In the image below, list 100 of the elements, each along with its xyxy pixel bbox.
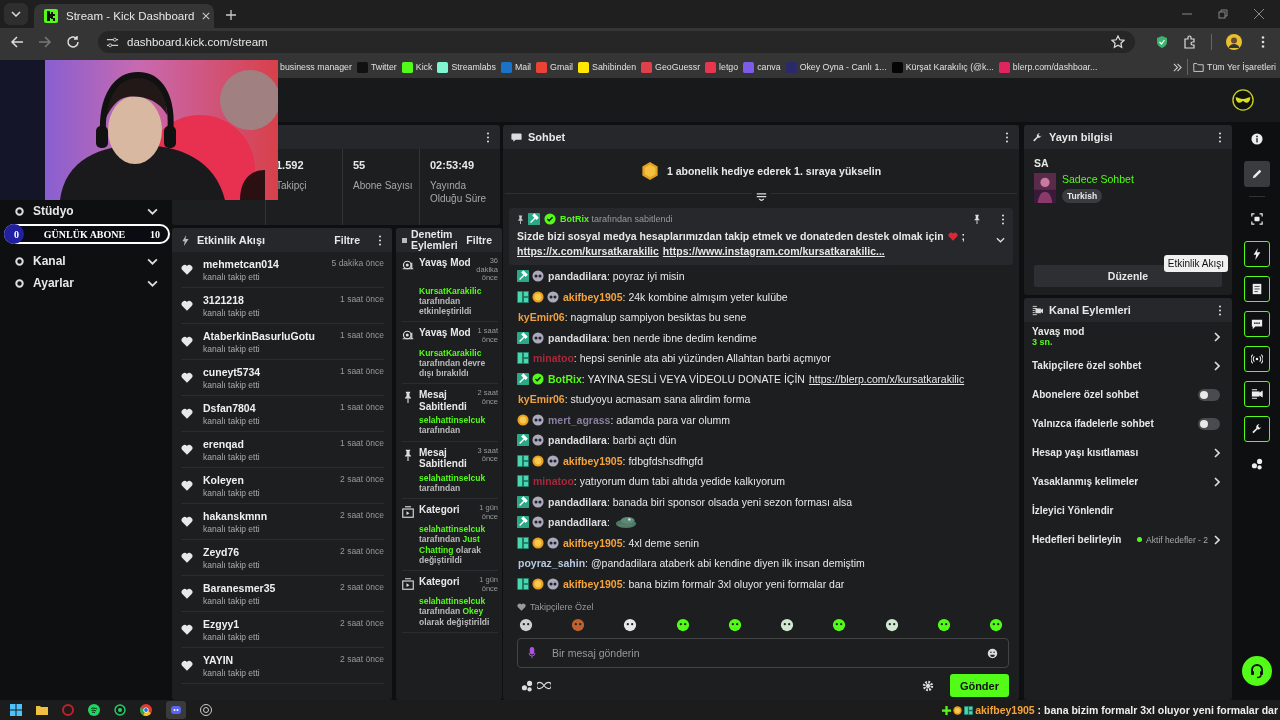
sidebar-tool-button[interactable] xyxy=(1244,161,1270,187)
pin-icon[interactable] xyxy=(973,214,981,224)
bookmark[interactable]: Twitter xyxy=(370,62,397,72)
chevron-right-icon[interactable] xyxy=(1214,360,1220,371)
back-icon[interactable] xyxy=(10,35,24,49)
profile-avatar-icon[interactable] xyxy=(1226,34,1242,50)
sidebar-tool-button[interactable] xyxy=(1244,381,1270,407)
filter-button[interactable]: Filtre xyxy=(330,234,364,246)
message-input[interactable]: Bir mesaj gönderin xyxy=(550,646,973,660)
chevron-right-icon[interactable] xyxy=(1214,534,1220,545)
close-icon[interactable] xyxy=(202,12,211,20)
bookmark[interactable]: Streamlabs xyxy=(451,62,496,72)
toggle-switch[interactable] xyxy=(1198,388,1220,401)
settings-icon[interactable] xyxy=(921,679,934,692)
bookmark[interactable]: Kürşat Karakılıç (@k... xyxy=(905,62,994,72)
action-label[interactable]: Abonelere özel sohbet xyxy=(1032,389,1194,400)
shield-icon[interactable] xyxy=(1155,35,1169,49)
emote-icon[interactable] xyxy=(780,618,795,632)
sidebar-tool-button[interactable] xyxy=(1244,346,1270,372)
more-icon[interactable] xyxy=(1005,131,1009,143)
bookmark[interactable]: Okey Oyna - Canlı 1... xyxy=(799,62,887,72)
more-bookmarks-icon[interactable] xyxy=(1173,62,1183,72)
action-label[interactable]: İzleyici Yönlendir xyxy=(1032,505,1220,516)
more-icon[interactable] xyxy=(1001,213,1005,225)
windows-start-icon[interactable] xyxy=(10,704,22,716)
bookmark[interactable]: canva xyxy=(757,62,781,72)
emote-icon[interactable] xyxy=(988,618,1003,632)
record-app-icon[interactable] xyxy=(200,704,212,716)
emote-icon[interactable] xyxy=(519,618,533,632)
taskbar-button[interactable] xyxy=(166,701,186,719)
restore-icon[interactable] xyxy=(1218,9,1228,19)
close-icon[interactable] xyxy=(1254,9,1264,19)
emote-icon[interactable] xyxy=(675,618,690,632)
bookmark[interactable]: Sahibinden xyxy=(592,62,637,72)
extensions-icon[interactable] xyxy=(1183,35,1197,49)
video-frame-icon xyxy=(402,578,414,590)
bookmark[interactable]: Kick xyxy=(415,62,433,72)
link[interactable]: https://www.instagram.com/kursatkarakilic... xyxy=(662,243,885,259)
sidebar-tool-button[interactable] xyxy=(1244,241,1270,267)
action-label[interactable]: Yavaş mod xyxy=(1032,326,1210,337)
folder-icon[interactable] xyxy=(36,704,48,716)
reload-icon[interactable] xyxy=(66,35,80,49)
action-label[interactable]: Yalnızca ifadelerle sohbet xyxy=(1032,418,1194,429)
infinity-icon[interactable] xyxy=(537,681,551,690)
chevron-right-icon[interactable] xyxy=(1214,447,1220,458)
emote-icon[interactable] xyxy=(884,618,899,632)
bookmark[interactable]: blerp.com/dashboar... xyxy=(1012,62,1098,72)
microphone-icon[interactable] xyxy=(528,647,536,659)
more-icon[interactable] xyxy=(486,131,490,143)
more-icon[interactable] xyxy=(1218,304,1222,316)
nav-item[interactable]: Ayarlar xyxy=(0,272,172,294)
sidebar-tool-button[interactable] xyxy=(1244,276,1270,302)
app-icon[interactable] xyxy=(62,704,74,716)
more-icon[interactable] xyxy=(378,234,382,246)
more-icon[interactable] xyxy=(1218,131,1222,143)
address-bar[interactable]: dashboard.kick.com/stream xyxy=(98,31,1135,53)
tab-list-button[interactable] xyxy=(4,3,28,25)
bookmark-star-icon[interactable] xyxy=(1111,35,1125,49)
mask-logo-icon[interactable] xyxy=(1232,89,1254,111)
bookmark[interactable]: Gmail xyxy=(550,62,574,72)
message-field[interactable]: Bir mesaj gönderin xyxy=(517,638,1009,668)
bookmark[interactable]: business manager xyxy=(280,62,352,72)
all-bookmarks[interactable]: Tüm Yer İşaretleri xyxy=(1207,62,1276,72)
sidebar-tool-button[interactable] xyxy=(1244,416,1270,442)
browser-icon[interactable] xyxy=(140,704,152,716)
emote-icon[interactable] xyxy=(936,618,951,632)
forward-icon[interactable] xyxy=(38,35,52,49)
chevron-right-icon[interactable] xyxy=(1214,331,1220,342)
link[interactable]: https://x.com/kursatkarakilic xyxy=(517,243,659,259)
dots-cluster-icon[interactable] xyxy=(521,679,533,692)
chevron-down-icon[interactable] xyxy=(996,237,1005,243)
new-tab-icon[interactable] xyxy=(226,10,236,20)
emote-icon[interactable] xyxy=(727,618,742,632)
bookmark[interactable]: letgo xyxy=(719,62,739,72)
info-icon xyxy=(1251,133,1263,145)
action-label[interactable]: Takipçilere özel sohbet xyxy=(1032,360,1210,371)
nav-item[interactable]: Stüdyo xyxy=(0,200,172,222)
emote-icon[interactable] xyxy=(623,618,638,632)
action-label[interactable]: Hesap yaşı kısıtlaması xyxy=(1032,447,1210,458)
category-name[interactable]: Sadece Sohbet xyxy=(1062,173,1134,185)
send-button[interactable]: Gönder xyxy=(949,674,1009,697)
nav-item[interactable]: Kanal xyxy=(0,250,172,272)
action-label[interactable]: Yasaklanmış kelimeler xyxy=(1032,476,1210,487)
toggle-switch[interactable] xyxy=(1198,417,1220,430)
bookmark[interactable]: Mail xyxy=(514,62,532,72)
emoji-icon[interactable] xyxy=(987,647,998,659)
bookmark[interactable]: GeoGuessr xyxy=(655,62,701,72)
link[interactable]: https://blerp.com/x/kursatkarakilic xyxy=(808,372,965,385)
action-title: Yavaş Mod xyxy=(419,327,471,339)
music-app-icon[interactable] xyxy=(88,704,100,716)
event-time: 2 saat önce xyxy=(340,474,384,484)
chevron-right-icon[interactable] xyxy=(1214,476,1220,487)
action-label[interactable]: Hedefleri belirleyin xyxy=(1032,534,1134,545)
support-button[interactable] xyxy=(1242,656,1272,686)
filter-button[interactable]: Filtre xyxy=(462,234,496,246)
browser-tab[interactable]: Stream - Kick Dashboard xyxy=(34,4,214,28)
site-settings-icon[interactable] xyxy=(106,35,119,49)
sidebar-tool-button[interactable] xyxy=(1244,311,1270,337)
emote-icon[interactable] xyxy=(832,618,847,632)
chat-message: pandadilara: ben nerde ibne dedim kendime xyxy=(548,331,757,344)
